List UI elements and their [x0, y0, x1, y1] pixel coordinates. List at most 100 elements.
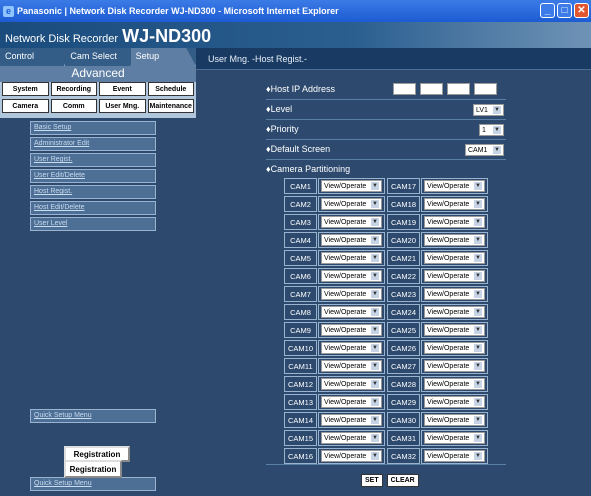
- permission-value: View/Operate: [324, 254, 367, 262]
- permission-value: View/Operate: [324, 200, 367, 208]
- permission-cell: View/Operate ▼: [318, 394, 385, 410]
- chevron-down-icon: ▼: [474, 254, 482, 262]
- recording-button[interactable]: Recording: [50, 82, 97, 96]
- permission-value: View/Operate: [324, 236, 367, 244]
- permission-cell: View/Operate ▼: [318, 430, 385, 446]
- permission-select[interactable]: View/Operate ▼: [424, 360, 485, 372]
- camera-label: CAM15: [284, 430, 317, 446]
- permission-select[interactable]: View/Operate ▼: [321, 396, 382, 408]
- submenu-user-level[interactable]: User Level: [30, 217, 156, 231]
- permission-select[interactable]: View/Operate ▼: [321, 324, 382, 336]
- permission-select[interactable]: View/Operate ▼: [321, 198, 382, 210]
- comm-button[interactable]: Comm: [50, 99, 97, 113]
- submenu-host-edit-delete[interactable]: Host Edit/Delete: [30, 201, 156, 215]
- chevron-down-icon: ▼: [474, 218, 482, 226]
- permission-select[interactable]: View/Operate ▼: [321, 414, 382, 426]
- camera-button[interactable]: Camera: [2, 99, 49, 113]
- permission-select[interactable]: View/Operate ▼: [424, 288, 485, 300]
- permission-value: View/Operate: [324, 272, 367, 280]
- permission-value: View/Operate: [427, 452, 470, 460]
- chevron-down-icon: ▼: [474, 272, 482, 280]
- permission-select[interactable]: View/Operate ▼: [321, 216, 382, 228]
- permission-select[interactable]: View/Operate ▼: [321, 252, 382, 264]
- set-button[interactable]: SET: [361, 474, 383, 487]
- user-mng-button[interactable]: User Mng.: [99, 99, 146, 113]
- permission-select[interactable]: View/Operate ▼: [424, 324, 485, 336]
- camera-label: CAM30: [387, 412, 420, 428]
- permission-select[interactable]: View/Operate ▼: [321, 342, 382, 354]
- permission-cell: View/Operate ▼: [318, 322, 385, 338]
- permission-select[interactable]: View/Operate ▼: [321, 234, 382, 246]
- permission-cell: View/Operate ▼: [421, 430, 488, 446]
- camera-label: CAM1: [284, 178, 317, 194]
- registration-button-2[interactable]: Registration: [64, 460, 122, 478]
- window-titlebar: e Panasonic | Network Disk Recorder WJ-N…: [0, 0, 591, 22]
- permission-select[interactable]: View/Operate ▼: [424, 198, 485, 210]
- tab-setup[interactable]: Setup: [130, 48, 196, 66]
- minimize-icon[interactable]: _: [540, 3, 555, 18]
- event-button[interactable]: Event: [99, 82, 146, 96]
- ip-octet-1-input[interactable]: [393, 83, 416, 95]
- camera-label: CAM22: [387, 268, 420, 284]
- default-screen-select[interactable]: CAM1 ▼: [465, 144, 504, 156]
- quick-setup-menu-link-2[interactable]: Quick Setup Menu: [30, 477, 156, 491]
- permission-value: View/Operate: [324, 380, 367, 388]
- permission-select[interactable]: View/Operate ▼: [424, 180, 485, 192]
- tab-control[interactable]: Control: [0, 48, 66, 66]
- permission-select[interactable]: View/Operate ▼: [424, 378, 485, 390]
- permission-select[interactable]: View/Operate ▼: [424, 216, 485, 228]
- camera-label: CAM32: [387, 448, 420, 464]
- priority-select[interactable]: 1 ▼: [479, 124, 504, 136]
- permission-cell: View/Operate ▼: [421, 448, 488, 464]
- permission-select[interactable]: View/Operate ▼: [424, 306, 485, 318]
- camera-label: CAM4: [284, 232, 317, 248]
- submenu-user-regist[interactable]: User Regist.: [30, 153, 156, 167]
- ip-octet-2-input[interactable]: [420, 83, 443, 95]
- quick-setup-menu-link[interactable]: Quick Setup Menu: [30, 409, 156, 423]
- chevron-down-icon: ▼: [493, 106, 501, 114]
- permission-select[interactable]: View/Operate ▼: [321, 450, 382, 462]
- permission-select[interactable]: View/Operate ▼: [424, 414, 485, 426]
- permission-value: View/Operate: [427, 398, 470, 406]
- submenu-user-edit-delete[interactable]: User Edit/Delete: [30, 169, 156, 183]
- permission-select[interactable]: View/Operate ▼: [424, 432, 485, 444]
- permission-select[interactable]: View/Operate ▼: [424, 396, 485, 408]
- permission-select[interactable]: View/Operate ▼: [321, 180, 382, 192]
- chevron-down-icon: ▼: [371, 326, 379, 334]
- permission-select[interactable]: View/Operate ▼: [424, 270, 485, 282]
- permission-select[interactable]: View/Operate ▼: [321, 306, 382, 318]
- permission-select[interactable]: View/Operate ▼: [424, 450, 485, 462]
- submenu-basic-setup[interactable]: Basic Setup: [30, 121, 156, 135]
- permission-select[interactable]: View/Operate ▼: [424, 342, 485, 354]
- system-button[interactable]: System: [2, 82, 49, 96]
- maximize-icon[interactable]: □: [557, 3, 572, 18]
- camera-label: CAM23: [387, 286, 420, 302]
- close-icon[interactable]: ✕: [574, 3, 589, 18]
- ip-octet-3-input[interactable]: [447, 83, 470, 95]
- permission-value: View/Operate: [324, 218, 367, 226]
- level-select[interactable]: LV1 ▼: [473, 104, 504, 116]
- permission-cell: View/Operate ▼: [318, 268, 385, 284]
- permission-select[interactable]: View/Operate ▼: [321, 378, 382, 390]
- permission-select[interactable]: View/Operate ▼: [424, 234, 485, 246]
- permission-select[interactable]: View/Operate ▼: [424, 252, 485, 264]
- permission-cell: View/Operate ▼: [421, 196, 488, 212]
- tab-cam-select[interactable]: Cam Select: [65, 48, 131, 66]
- submenu-administrator-edit[interactable]: Administrator Edit: [30, 137, 156, 151]
- vertical-scrollbar[interactable]: [583, 70, 591, 496]
- submenu-host-regist[interactable]: Host Regist.: [30, 185, 156, 199]
- permission-cell: View/Operate ▼: [421, 340, 488, 356]
- ip-octet-4-input[interactable]: [474, 83, 497, 95]
- permission-select[interactable]: View/Operate ▼: [321, 270, 382, 282]
- camera-label: CAM21: [387, 250, 420, 266]
- permission-select[interactable]: View/Operate ▼: [321, 288, 382, 300]
- clear-button[interactable]: CLEAR: [386, 474, 419, 487]
- permission-select[interactable]: View/Operate ▼: [321, 432, 382, 444]
- maintenance-button[interactable]: Maintenance: [147, 99, 194, 113]
- camera-label: CAM20: [387, 232, 420, 248]
- chevron-down-icon: ▼: [474, 308, 482, 316]
- left-panel: Control Cam Select Setup Advanced System…: [0, 48, 196, 496]
- permission-value: View/Operate: [427, 200, 470, 208]
- schedule-button[interactable]: Schedule: [147, 82, 194, 96]
- permission-select[interactable]: View/Operate ▼: [321, 360, 382, 372]
